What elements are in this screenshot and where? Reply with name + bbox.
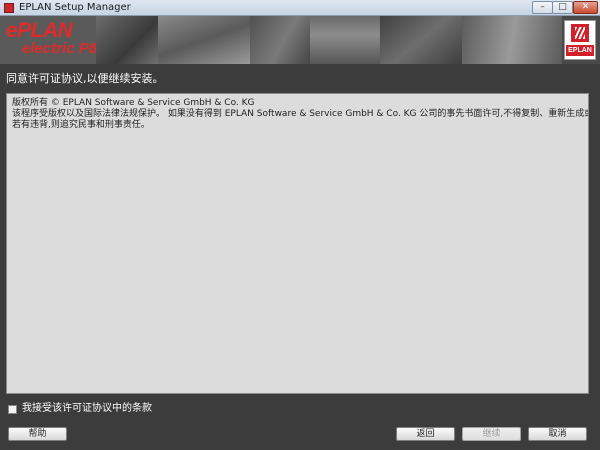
banner-photo [158,16,250,64]
instruction-text: 同意许可证协议,以便继续安装。 [6,72,164,85]
close-button[interactable]: ✕ [573,1,598,14]
banner-photo [310,16,380,64]
next-button[interactable]: 继续 [462,427,521,441]
eplan-logo: ePLAN electric P8 [0,16,98,64]
license-line: 该程序受版权以及国际法律法规保护。 如果没有得到 EPLAN Software … [12,109,588,119]
minimize-button[interactable]: – [532,1,553,14]
license-line: 版权所有 © EPLAN Software & Service GmbH & C… [12,98,255,108]
banner-photo [250,16,310,64]
maximize-button[interactable]: □ [552,1,573,14]
app-icon [4,3,14,13]
banner-photo [462,16,562,64]
banner-photo [96,16,158,64]
banner-photo [380,16,462,64]
license-line: 若有违背,则追究民事和刑事责任。 [12,120,150,130]
help-button[interactable]: 帮助 [8,427,67,441]
back-button[interactable]: 返回 [396,427,455,441]
title-bar: EPLAN Setup Manager – □ ✕ [0,0,600,16]
cancel-button[interactable]: 取消 [528,427,587,441]
accept-label[interactable]: 我接受该许可证协议中的条款 [22,403,152,415]
license-text-area[interactable]: 版权所有 © EPLAN Software & Service GmbH & C… [6,93,589,394]
accept-checkbox[interactable] [8,405,17,414]
brand-mark-icon [571,24,589,42]
brand-label: EPLAN [566,45,594,56]
logo-electric-text: electric P8 [22,40,98,57]
header-banner: ePLAN electric P8 EPLAN [0,16,600,64]
eplan-brand-logo: EPLAN [564,20,596,60]
window-title: EPLAN Setup Manager [19,2,131,13]
